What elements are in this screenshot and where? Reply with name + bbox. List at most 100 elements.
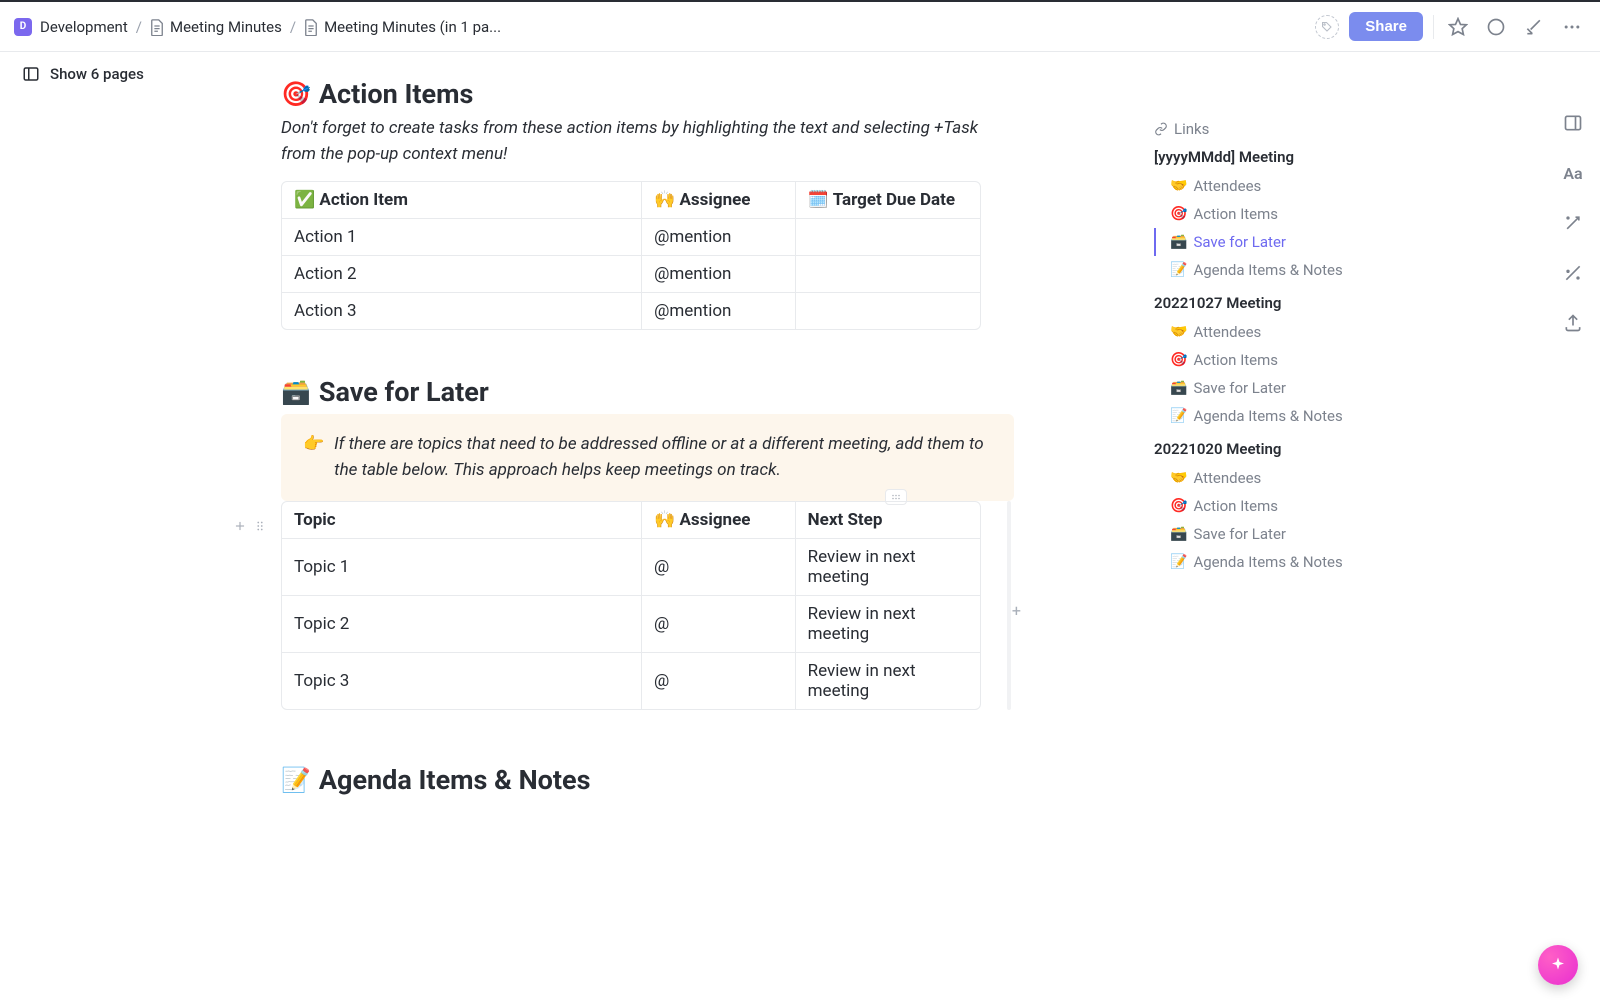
table-cell[interactable]: Topic 3 [282, 653, 642, 709]
col-action-item[interactable]: ✅ Action Item [282, 182, 642, 219]
outline-item-icon: 🎯 [1170, 206, 1187, 222]
outline-item[interactable]: 📝Agenda Items & Notes [1154, 256, 1350, 284]
save-later-callout-text: If there are topics that need to be addr… [334, 432, 992, 483]
action-items-heading[interactable]: 🎯 Action Items [281, 78, 999, 110]
outline-item-icon: 🎯 [1170, 352, 1187, 368]
ai-fab-button[interactable] [1538, 945, 1578, 985]
breadcrumb-leaf[interactable]: Meeting Minutes (in 1 pa... [304, 18, 501, 36]
table-cell[interactable] [796, 293, 980, 329]
tag-icon[interactable] [1315, 15, 1339, 39]
save-later-table[interactable]: Topic 🙌 Assignee Next Step Topic 1@Revie… [281, 501, 981, 710]
table-cell[interactable]: Review in next meeting [796, 539, 980, 596]
table-cell[interactable]: Topic 1 [282, 539, 642, 596]
share-button[interactable]: Share [1349, 12, 1423, 41]
table-row[interactable]: Action 1@mention [282, 219, 980, 256]
table-cell[interactable]: @ [642, 539, 796, 596]
memo-icon: 📝 [281, 766, 311, 794]
breadcrumb-leaf-label: Meeting Minutes (in 1 pa... [324, 18, 501, 36]
link-icon [1154, 122, 1168, 136]
col-action-item-label: Action Item [319, 190, 408, 210]
agenda-heading[interactable]: 📝 Agenda Items & Notes [281, 764, 999, 796]
table-cell[interactable] [796, 219, 980, 256]
breadcrumb-separator: / [290, 18, 296, 36]
table-row[interactable]: Topic 1@Review in next meeting [282, 539, 980, 596]
agenda-heading-text: Agenda Items & Notes [319, 764, 591, 796]
outline-item-icon: 🤝 [1170, 470, 1187, 486]
table-cell[interactable] [796, 256, 980, 293]
action-items-note[interactable]: Don't forget to create tasks from these … [281, 116, 999, 167]
doc-icon [304, 19, 318, 35]
magic-icon[interactable] [1562, 262, 1584, 284]
outline-item-label: Attendees [1193, 177, 1261, 195]
outline-item[interactable]: 🗃️Save for Later [1154, 228, 1350, 256]
table-row[interactable]: Action 2@mention [282, 256, 980, 293]
comment-icon[interactable] [1482, 13, 1510, 41]
star-icon[interactable] [1444, 13, 1472, 41]
table-cell[interactable]: Action 2 [282, 256, 642, 293]
outline-item-icon: 📝 [1170, 554, 1187, 570]
outline-item[interactable]: 🎯 Action Items [1154, 200, 1350, 228]
col-assignee[interactable]: 🙌 Assignee [642, 182, 796, 219]
outline-item[interactable]: 🤝Attendees [1154, 318, 1350, 346]
col-assignee[interactable]: 🙌 Assignee [642, 502, 796, 539]
more-icon[interactable] [1558, 13, 1586, 41]
table-cell[interactable]: @mention [642, 256, 796, 293]
col-topic[interactable]: Topic [282, 502, 642, 539]
table-cell[interactable]: Topic 2 [282, 596, 642, 653]
export-icon[interactable] [1562, 312, 1584, 334]
outline-item[interactable]: 🗃️Save for Later [1154, 520, 1350, 548]
breadcrumb-root[interactable]: Development [40, 18, 128, 36]
breadcrumb-mid[interactable]: Meeting Minutes [150, 18, 282, 36]
outline-item[interactable]: 📝Agenda Items & Notes [1154, 402, 1350, 430]
wand-icon[interactable] [1562, 212, 1584, 234]
outline-section[interactable]: 20221020 Meeting [1154, 440, 1350, 458]
col-due-date[interactable]: 🗓️ Target Due Date [796, 182, 980, 219]
col-next-step[interactable]: Next Step [796, 502, 980, 539]
show-pages-label: Show 6 pages [50, 65, 144, 83]
outline-item-icon: 🎯 [1170, 498, 1187, 514]
table-cell[interactable]: @ [642, 653, 796, 709]
hands-icon: 🙌 [654, 510, 675, 530]
workspace-badge[interactable]: D [14, 18, 32, 36]
outline-links-header[interactable]: Links [1154, 120, 1350, 138]
outline-section[interactable]: 20221027 Meeting [1154, 294, 1350, 312]
outline-item[interactable]: 🗃️Save for Later [1154, 374, 1350, 402]
outline-item-label: Agenda Items & Notes [1193, 553, 1342, 571]
save-later-callout[interactable]: 👉 If there are topics that need to be ad… [281, 414, 1014, 501]
outline-section[interactable]: [yyyyMMdd] Meeting [1154, 148, 1350, 166]
table-cell[interactable]: @mention [642, 293, 796, 329]
table-cell[interactable]: Review in next meeting [796, 596, 980, 653]
outline-item-icon: 🤝 [1170, 324, 1187, 340]
outline-item-label: Save for Later [1193, 379, 1286, 397]
plus-icon[interactable] [233, 519, 247, 533]
row-controls[interactable] [233, 519, 267, 533]
outline-item[interactable]: 📝 Agenda Items & Notes [1154, 548, 1350, 576]
table-cell[interactable]: @mention [642, 219, 796, 256]
table-row[interactable]: Topic 2@Review in next meeting [282, 596, 980, 653]
outline-item-icon: 🗃️ [1170, 234, 1187, 250]
doc-toolstrip: Aa [1562, 112, 1584, 334]
doc-icon [150, 19, 164, 35]
table-cell[interactable]: Action 1 [282, 219, 642, 256]
download-icon[interactable] [1520, 13, 1548, 41]
outline-item[interactable]: 🎯 Action Items [1154, 346, 1350, 374]
table-row[interactable]: Topic 3@Review in next meeting [282, 653, 980, 709]
outline-item[interactable]: 🤝Attendees [1154, 464, 1350, 492]
outline-item[interactable]: 🎯Action Items [1154, 492, 1350, 520]
outline-item[interactable]: 🤝Attendees [1154, 172, 1350, 200]
action-items-table[interactable]: ✅ Action Item 🙌 Assignee 🗓️ Target Due D… [281, 181, 981, 330]
table-cell[interactable]: Review in next meeting [796, 653, 980, 709]
show-pages-toggle[interactable]: Show 6 pages [22, 65, 144, 83]
save-later-heading[interactable]: 🗃️ Save for Later [281, 376, 999, 408]
col-next-step-label: Next Step [808, 510, 883, 530]
add-column-button[interactable]: + [1012, 601, 1021, 620]
outline-item-icon: 📝 [1170, 408, 1187, 424]
outline-item-label: Action Items [1193, 351, 1278, 369]
typography-icon[interactable]: Aa [1562, 162, 1584, 184]
outline-item-label: Action Items [1193, 205, 1278, 223]
table-row[interactable]: Action 3@mention [282, 293, 980, 329]
table-cell[interactable]: Action 3 [282, 293, 642, 329]
table-cell[interactable]: @ [642, 596, 796, 653]
panel-icon[interactable] [1562, 112, 1584, 134]
drag-handle-icon[interactable] [253, 519, 267, 533]
